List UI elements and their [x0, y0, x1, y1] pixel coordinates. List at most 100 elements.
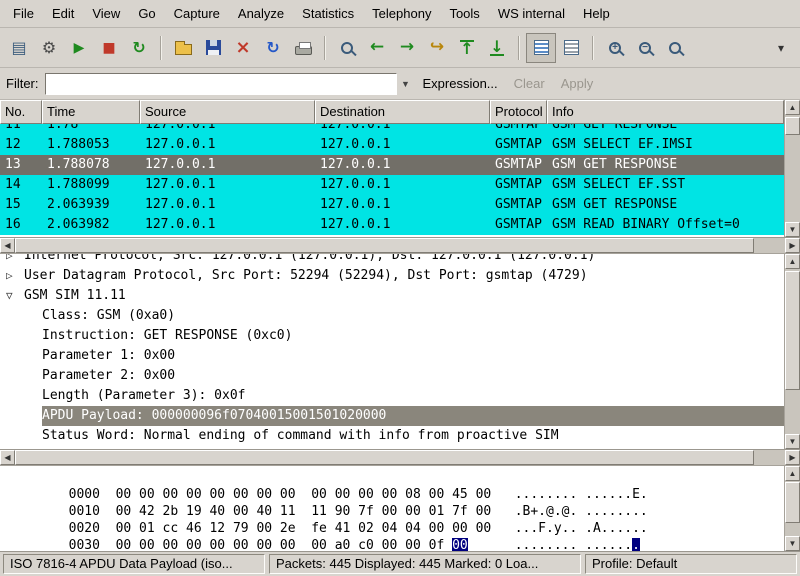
scroll-thumb[interactable] — [785, 482, 800, 523]
menu-item-file[interactable]: File — [4, 1, 43, 26]
scroll-thumb[interactable] — [15, 450, 754, 465]
detail-line[interactable]: Parameter 2: 0x00 — [0, 366, 784, 386]
menu-item-telephony[interactable]: Telephony — [363, 1, 440, 26]
packet-list-hscrollbar[interactable]: ◀ ▶ — [0, 238, 800, 254]
status-packet-counts: Packets: 445 Displayed: 445 Marked: 0 Lo… — [269, 554, 581, 574]
hex-bytes[interactable]: 00 01 cc 46 12 79 00 2efe 41 02 04 04 00… — [116, 520, 492, 537]
scroll-trough[interactable] — [15, 450, 785, 465]
go-back-button[interactable]: ← — [362, 33, 392, 63]
hex-row[interactable]: 000000 00 00 00 00 00 00 0000 00 00 00 0… — [6, 469, 784, 486]
scroll-trough[interactable] — [785, 115, 800, 222]
column-header-time[interactable]: Time — [42, 100, 140, 124]
detail-line[interactable]: ▷ Internet Protocol, Src: 127.0.0.1 (127… — [0, 254, 784, 266]
go-to-packet-button[interactable]: ↪ — [422, 33, 452, 63]
column-header-protocol[interactable]: Protocol — [490, 100, 547, 124]
detail-line-selected[interactable]: APDU Payload: 000000096f0704001500150102… — [0, 406, 784, 426]
packet-row[interactable]: 16 2.063982 127.0.0.1 127.0.0.1 GSMTAP G… — [0, 215, 784, 235]
scroll-down-button[interactable]: ▼ — [785, 536, 800, 551]
packet-row-clipped[interactable]: 11 1.78 127.0.0.1 127.0.0.1 GSMTAP GSM G… — [0, 124, 784, 135]
column-header-source[interactable]: Source — [140, 100, 315, 124]
menu-item-go[interactable]: Go — [129, 1, 164, 26]
start-capture-button[interactable]: ▶ — [64, 33, 94, 63]
menu-item-help[interactable]: Help — [574, 1, 619, 26]
toolbar-overflow-button[interactable]: ▾ — [766, 33, 796, 63]
scroll-left-button[interactable]: ◀ — [0, 450, 15, 465]
hex-bytes[interactable]: 00 00 00 00 00 00 00 0000 00 00 00 08 00… — [116, 486, 492, 503]
detail-line-clipped[interactable]: ▷ Internet Protocol, Src: 127.0.0.1 (127… — [0, 254, 784, 266]
apply-button[interactable]: Apply — [553, 73, 602, 94]
packet-list-vscrollbar[interactable]: ▲ ▼ — [784, 100, 800, 237]
detail-line[interactable]: Length (Parameter 3): 0x0f — [0, 386, 784, 406]
go-to-top-button[interactable]: ↑ — [452, 33, 482, 63]
packet-row-selected[interactable]: 13 1.788078 127.0.0.1 127.0.0.1 GSMTAP G… — [0, 155, 784, 175]
menu-item-statistics[interactable]: Statistics — [293, 1, 363, 26]
stop-capture-button[interactable]: ■ — [94, 33, 124, 63]
scroll-right-button[interactable]: ▶ — [785, 238, 800, 253]
capture-options-button[interactable]: ⚙ — [34, 33, 64, 63]
hex-bytes[interactable]: 00 42 2b 19 40 00 40 1111 90 7f 00 00 01… — [116, 503, 492, 520]
details-hscrollbar[interactable]: ◀ ▶ — [0, 450, 800, 466]
column-header-no[interactable]: No. — [0, 100, 42, 124]
reload-button[interactable]: ↻ — [258, 33, 288, 63]
colorize-list-button[interactable] — [526, 33, 556, 63]
scroll-trough[interactable] — [785, 269, 800, 434]
go-forward-button[interactable]: → — [392, 33, 422, 63]
packet-row[interactable]: 12 1.788053 127.0.0.1 127.0.0.1 GSMTAP G… — [0, 135, 784, 155]
expression-button[interactable]: Expression... — [415, 73, 506, 94]
detail-line[interactable]: Instruction: GET RESPONSE (0xc0) — [0, 326, 784, 346]
scroll-up-button[interactable]: ▲ — [785, 254, 800, 269]
details-vscrollbar[interactable]: ▲ ▼ — [784, 254, 800, 449]
zoom-out-button[interactable]: − — [630, 33, 660, 63]
save-file-button[interactable] — [198, 33, 228, 63]
filter-label[interactable]: Filter: — [6, 76, 39, 91]
hex-bytes[interactable]: 00 00 00 00 00 00 00 0000 a0 c0 00 00 0f… — [116, 537, 492, 551]
detail-line[interactable]: ▷ User Datagram Protocol, Src Port: 5229… — [0, 266, 784, 286]
filter-dropdown-button[interactable]: ▼ — [397, 73, 415, 95]
auto-scroll-button[interactable] — [556, 33, 586, 63]
detail-line[interactable]: Class: GSM (0xa0) — [0, 306, 784, 326]
scroll-down-button[interactable]: ▼ — [785, 222, 800, 237]
packet-row[interactable]: 15 2.063939 127.0.0.1 127.0.0.1 GSMTAP G… — [0, 195, 784, 215]
detail-line[interactable]: ▽ GSM SIM 11.11 — [0, 286, 784, 306]
detail-line[interactable]: Status Word: Normal ending of command wi… — [0, 426, 784, 446]
zoom-normal-button[interactable] — [660, 33, 690, 63]
menu-item-view[interactable]: View — [83, 1, 129, 26]
go-to-bottom-button[interactable]: ↓ — [482, 33, 512, 63]
clear-button[interactable]: Clear — [506, 73, 553, 94]
column-header-destination[interactable]: Destination — [315, 100, 490, 124]
close-file-button[interactable]: × — [228, 33, 258, 63]
menu-item-capture[interactable]: Capture — [165, 1, 229, 26]
print-button[interactable] — [288, 33, 318, 63]
zoom-in-button[interactable]: + — [600, 33, 630, 63]
menu-item-analyze[interactable]: Analyze — [229, 1, 293, 26]
scroll-trough[interactable] — [785, 481, 800, 536]
restart-capture-button[interactable]: ↻ — [124, 33, 154, 63]
scroll-thumb[interactable] — [785, 117, 800, 135]
scroll-down-button[interactable]: ▼ — [785, 434, 800, 449]
scroll-up-button[interactable]: ▲ — [785, 466, 800, 481]
status-profile[interactable]: Profile: Default — [585, 554, 797, 574]
scroll-left-button[interactable]: ◀ — [0, 238, 15, 253]
scroll-right-button[interactable]: ▶ — [785, 450, 800, 465]
colorize-list-icon — [534, 40, 549, 55]
column-header-info[interactable]: Info — [547, 100, 784, 124]
list-interfaces-button[interactable]: ▤ — [4, 33, 34, 63]
packet-row[interactable]: 14 1.788099 127.0.0.1 127.0.0.1 GSMTAP G… — [0, 175, 784, 195]
bytes-vscrollbar[interactable]: ▲ ▼ — [784, 466, 800, 551]
expander-icon[interactable]: ▷ — [6, 254, 24, 266]
scroll-up-button[interactable]: ▲ — [785, 100, 800, 115]
scroll-thumb[interactable] — [785, 271, 800, 390]
find-packet-button[interactable] — [332, 33, 362, 63]
cell-info: GSM READ BINARY Offset=0 — [547, 215, 784, 235]
expander-icon[interactable]: ▽ — [6, 286, 24, 306]
scroll-thumb[interactable] — [15, 238, 754, 253]
detail-line[interactable]: Parameter 1: 0x00 — [0, 346, 784, 366]
scroll-trough[interactable] — [15, 238, 785, 253]
menu-item-edit[interactable]: Edit — [43, 1, 83, 26]
expander-icon[interactable]: ▷ — [6, 266, 24, 286]
packet-row[interactable]: 11 1.78 127.0.0.1 127.0.0.1 GSMTAP GSM G… — [0, 124, 784, 135]
open-file-button[interactable] — [168, 33, 198, 63]
menu-item-tools[interactable]: Tools — [440, 1, 488, 26]
filter-input[interactable] — [45, 73, 397, 95]
menu-item-ws-internal[interactable]: WS internal — [489, 1, 574, 26]
